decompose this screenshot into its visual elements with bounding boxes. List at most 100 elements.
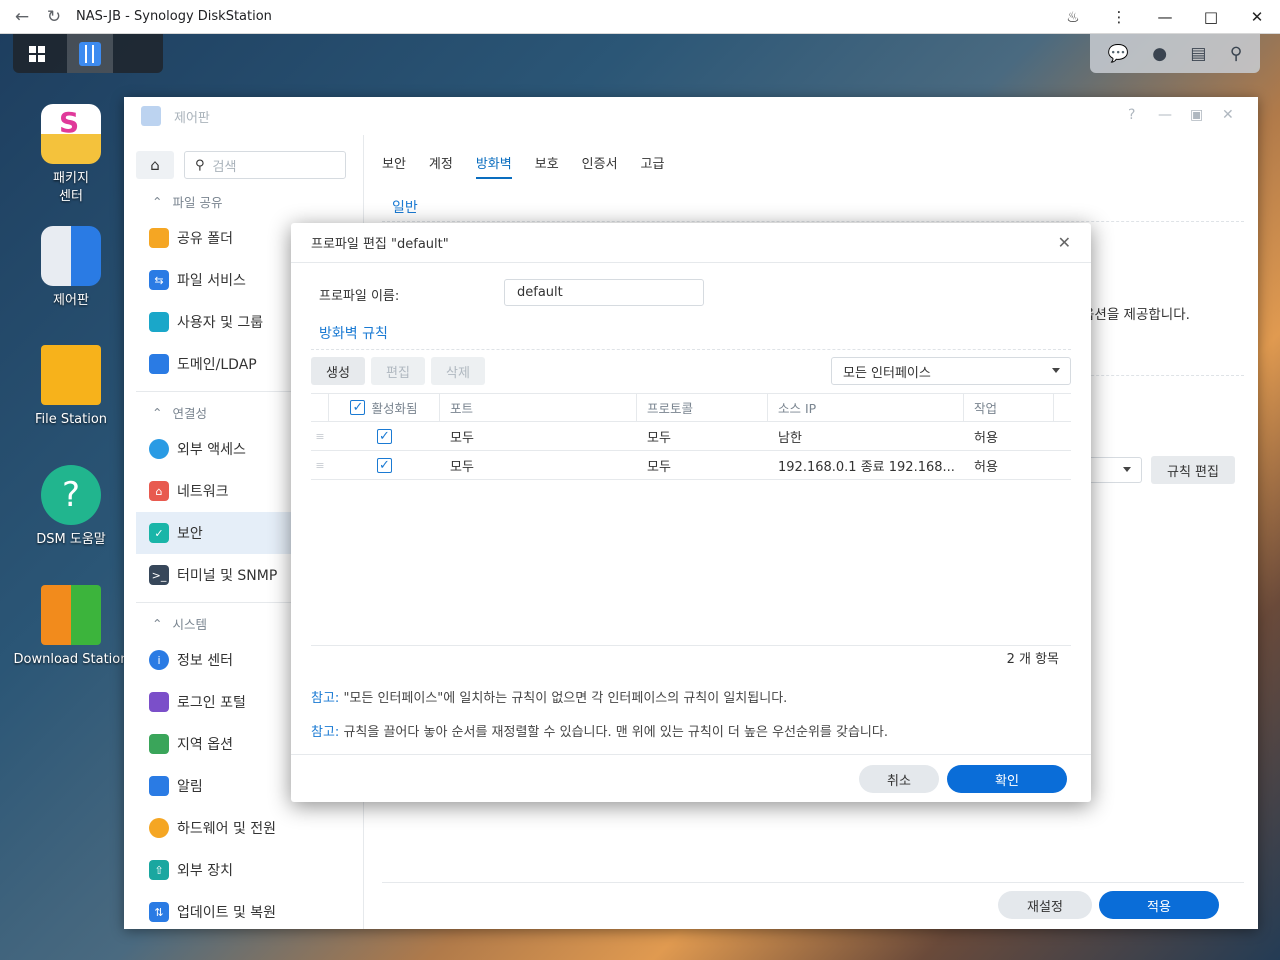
chevron-up-icon: ⌃ [152,615,163,631]
notification-icon [149,776,169,796]
tab-advanced[interactable]: 고급 [641,153,665,179]
tab-protection[interactable]: 보호 [535,153,559,179]
sidebar-item-label: 로그인 포털 [177,695,246,711]
header-protocol[interactable]: 프로토콜 [637,393,768,422]
window-title: 제어판 [174,110,210,126]
chevron-down-icon [1052,368,1060,373]
search-input[interactable]: ⚲ 검색 [184,151,346,179]
cell-protocol: 모두 [647,430,671,446]
interface-select[interactable]: 모든 인터페이스 [831,357,1071,385]
close-icon[interactable]: ✕ [1234,8,1280,26]
widgets-icon[interactable]: ▤ [1190,44,1206,64]
desktop-download-station[interactable]: Download Station [12,585,130,669]
domain-icon [149,354,169,374]
minimize-icon[interactable]: — [1158,107,1172,123]
external-access-icon [149,439,169,459]
note-label: 참고: [311,691,340,706]
shield-icon: ✓ [149,523,169,543]
chat-icon[interactable]: 💬 [1108,44,1129,64]
window-header: 제어판 ? — ▣ ✕ [124,97,1258,135]
edit-profile-dialog: 프로파일 편집 "default" ✕ 프로파일 이름: default 방화벽… [291,223,1091,802]
browser-bar: ← ↻ NAS-JB - Synology DiskStation ♨ ⋮ — … [0,0,1280,34]
home-icon: ⌂ [150,156,160,174]
checkbox-all[interactable]: ✓ [350,400,366,415]
sidebar-item-label: 사용자 및 그룹 [177,315,264,331]
sidebar-item-label: 하드웨어 및 전원 [177,821,277,837]
control-panel-icon [41,226,101,286]
cell-source-ip: 남한 [778,430,802,446]
note-2: 참고: 규칙을 끌어다 놓아 순서를 재정렬할 수 있습니다. 맨 위에 있는 … [311,721,888,740]
desktop-file-station[interactable]: File Station [12,345,130,429]
user-icon[interactable]: ● [1152,44,1167,64]
edit-rules-button[interactable]: 규칙 편집 [1151,456,1235,484]
search-icon[interactable]: ⚲ [1230,44,1242,64]
sidebar-item-update[interactable]: ⇅ 업데이트 및 복원 [124,891,363,933]
desktop-control-panel[interactable]: 제어판 [12,226,130,310]
lightbulb-icon [149,818,169,838]
note-1: 참고: "모든 인터페이스"에 일치하는 규칙이 없으면 각 인터페이스의 규칙… [311,687,787,706]
help-icon: ? [41,465,101,525]
delete-button[interactable]: 삭제 [431,357,485,385]
checkbox[interactable]: ✓ [377,428,392,444]
desktop-package-center[interactable]: S 패키지 센터 [12,104,130,206]
sidebar-item-hardware[interactable]: 하드웨어 및 전원 [124,807,363,849]
cell-port: 모두 [450,459,474,475]
create-button[interactable]: 생성 [311,357,365,385]
cell-action: 허용 [974,430,998,446]
header-port[interactable]: 포트 [440,393,637,422]
taskbar-control-panel[interactable] [67,34,113,73]
profile-name-input[interactable]: default [504,279,704,306]
desktop-dsm-help[interactable]: ? DSM 도움말 [12,465,130,549]
maximize-icon[interactable]: ▣ [1190,107,1203,123]
users-icon [149,312,169,332]
profile-select[interactable] [1082,457,1142,483]
more-icon[interactable]: ⋮ [1096,8,1142,26]
tab-certificate[interactable]: 인증서 [582,153,618,179]
sidebar-item-external-devices[interactable]: ⇧ 외부 장치 [124,849,363,891]
drag-handle-icon[interactable]: ≡ [311,430,329,443]
tab-security[interactable]: 보안 [382,153,406,179]
back-icon[interactable]: ← [10,5,34,29]
reset-button[interactable]: 재설정 [998,891,1092,919]
edit-button[interactable]: 편집 [371,357,425,385]
checkbox[interactable]: ✓ [377,457,392,473]
control-panel-icon [141,106,161,126]
home-button[interactable]: ⌂ [136,151,174,179]
help-icon[interactable]: ? [1128,107,1135,123]
regional-icon [149,734,169,754]
header-enabled[interactable]: ✓ 활성화됨 [329,393,440,422]
interface-select-value: 모든 인터페이스 [843,365,931,381]
table-row[interactable]: ≡ ✓ 모두 모두 남한 허용 [311,422,1071,451]
browser-title: NAS-JB - Synology DiskStation [76,9,272,24]
ok-button[interactable]: 확인 [947,765,1067,793]
table-row[interactable]: ≡ ✓ 모두 모두 192.168.0.1 종료 192.168... 허용 [311,451,1071,480]
header-source-ip[interactable]: 소스 IP [768,393,964,422]
drag-handle-icon[interactable]: ≡ [311,459,329,472]
close-icon[interactable]: ✕ [1222,107,1234,123]
dialog-footer-divider [291,754,1091,755]
tab-firewall[interactable]: 방화벽 [475,153,512,179]
cancel-button[interactable]: 취소 [859,765,939,793]
tab-account[interactable]: 계정 [429,153,453,179]
close-icon[interactable]: ✕ [1058,233,1071,252]
extensions-icon[interactable]: ♨ [1050,8,1096,26]
reload-icon[interactable]: ↻ [42,5,66,29]
control-panel-icon [79,41,101,66]
search-placeholder: 검색 [212,159,237,175]
header-label: 활성화됨 [371,401,418,416]
dialog-header: 프로파일 편집 "default" ✕ [291,223,1091,263]
footer-divider [382,882,1244,883]
maximize-icon[interactable]: □ [1188,8,1234,26]
rules-table: ✓ 활성화됨 포트 프로토콜 소스 IP 작업 ≡ ✓ 모두 모두 남한 허용 ≡… [311,393,1071,480]
section-file-sharing[interactable]: ⌃ 파일 공유 [124,185,363,217]
apply-button[interactable]: 적용 [1099,891,1219,919]
sidebar-item-label: 지역 옵션 [177,737,233,753]
main-menu-button[interactable] [13,34,61,73]
header-action[interactable]: 작업 [964,393,1054,422]
minimize-icon[interactable]: — [1142,8,1188,26]
section-label: 연결성 [172,405,207,421]
note-text: 규칙을 끌어다 놓아 순서를 재정렬할 수 있습니다. 맨 위에 있는 규칙이 … [343,725,888,740]
desktop-label: 패키지 센터 [53,171,89,204]
sidebar-item-label: 터미널 및 SNMP [177,568,278,584]
folder-icon [149,228,169,248]
